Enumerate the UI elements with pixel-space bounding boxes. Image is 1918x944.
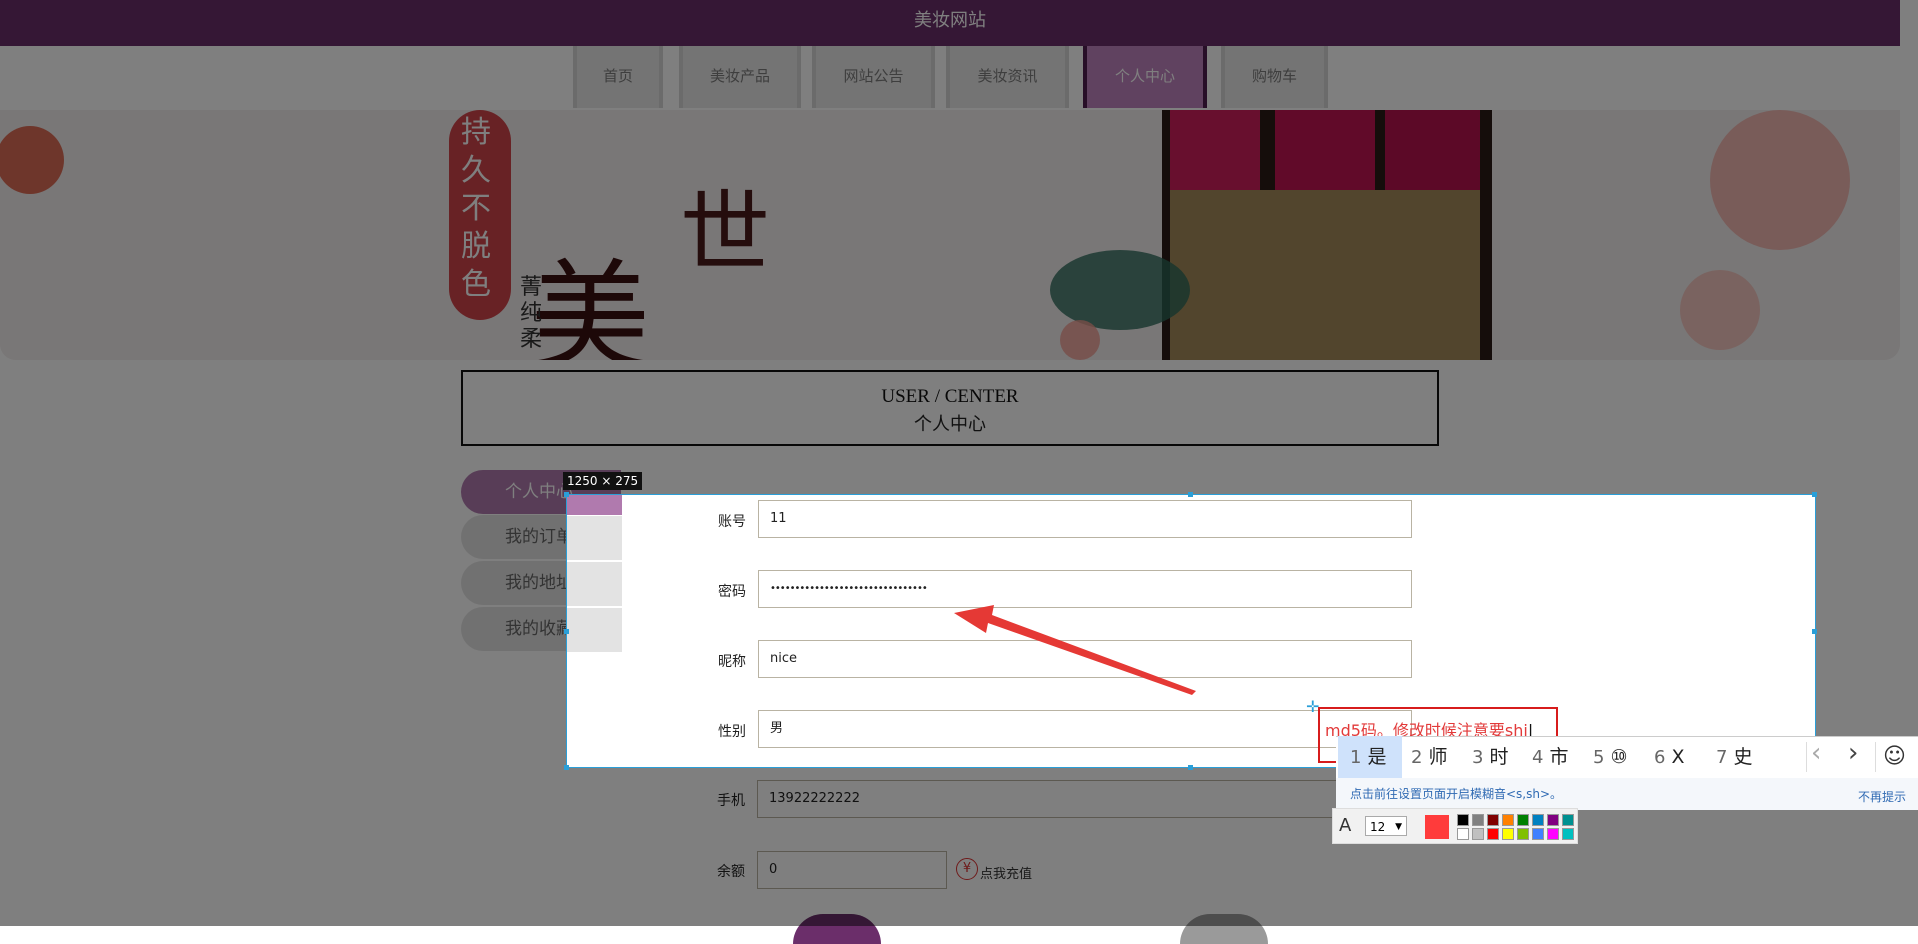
emoji-icon[interactable]: ☺ bbox=[1883, 744, 1906, 769]
color-swatch[interactable] bbox=[1472, 814, 1484, 826]
color-swatch[interactable] bbox=[1472, 828, 1484, 840]
selection-handle[interactable] bbox=[1812, 629, 1817, 634]
ime-candidate-5[interactable]: 5⑩ bbox=[1593, 736, 1628, 778]
selection-handle[interactable] bbox=[564, 492, 569, 497]
annotation-style-palette: A 12 ▼ bbox=[1332, 808, 1578, 844]
ime-candidate-4[interactable]: 4市 bbox=[1532, 736, 1568, 778]
password-label: 密码 bbox=[718, 584, 746, 600]
ime-prev-page[interactable]: ‹ bbox=[1811, 738, 1821, 768]
gender-label: 性别 bbox=[718, 724, 746, 740]
font-size-icon: A bbox=[1339, 815, 1352, 836]
font-size-select[interactable]: 12 ▼ bbox=[1365, 816, 1407, 836]
color-swatch[interactable] bbox=[1487, 828, 1499, 840]
red-arrow-annotation bbox=[954, 605, 1196, 695]
ime-candidate-1[interactable]: 1是 bbox=[1350, 736, 1386, 778]
color-swatch[interactable] bbox=[1502, 828, 1514, 840]
ime-tip-bar: 点击前往设置页面开启模糊音<s,sh>。 bbox=[1336, 778, 1918, 810]
selection-handle[interactable] bbox=[1188, 765, 1193, 770]
color-swatch-grid[interactable] bbox=[1457, 814, 1577, 842]
color-swatch[interactable] bbox=[1457, 828, 1469, 840]
color-swatch[interactable] bbox=[1502, 814, 1514, 826]
color-swatch[interactable] bbox=[1547, 828, 1559, 840]
ime-candidate-7[interactable]: 7史 bbox=[1716, 736, 1752, 778]
ime-candidate-3[interactable]: 3时 bbox=[1472, 736, 1508, 778]
current-color-swatch[interactable] bbox=[1425, 815, 1449, 839]
color-swatch[interactable] bbox=[1457, 814, 1469, 826]
crosshair-icon: ✛ bbox=[1306, 697, 1320, 716]
color-swatch[interactable] bbox=[1562, 828, 1574, 840]
color-swatch[interactable] bbox=[1547, 814, 1559, 826]
ime-tip-text[interactable]: 点击前往设置页面开启模糊音<s,sh>。 bbox=[1350, 787, 1562, 801]
selection-handle[interactable] bbox=[1812, 492, 1817, 497]
selection-handle[interactable] bbox=[1188, 492, 1193, 497]
selection-handle[interactable] bbox=[564, 765, 569, 770]
ime-next-page[interactable]: › bbox=[1848, 738, 1858, 768]
nickname-label: 昵称 bbox=[718, 654, 746, 670]
color-swatch[interactable] bbox=[1562, 814, 1574, 826]
color-swatch[interactable] bbox=[1517, 828, 1529, 840]
color-swatch[interactable] bbox=[1532, 828, 1544, 840]
account-label: 账号 bbox=[718, 514, 746, 530]
ime-candidate-2[interactable]: 2师 bbox=[1411, 736, 1447, 778]
account-input[interactable]: 11 bbox=[758, 500, 1412, 538]
selection-handle[interactable] bbox=[564, 629, 569, 634]
selection-size-badge: 1250 × 275 bbox=[563, 472, 643, 490]
ime-candidate-6[interactable]: 6X bbox=[1654, 736, 1684, 778]
color-swatch[interactable] bbox=[1532, 814, 1544, 826]
color-swatch[interactable] bbox=[1517, 814, 1529, 826]
ime-dismiss-tip[interactable]: 不再提示 bbox=[1858, 788, 1906, 805]
color-swatch[interactable] bbox=[1487, 814, 1499, 826]
